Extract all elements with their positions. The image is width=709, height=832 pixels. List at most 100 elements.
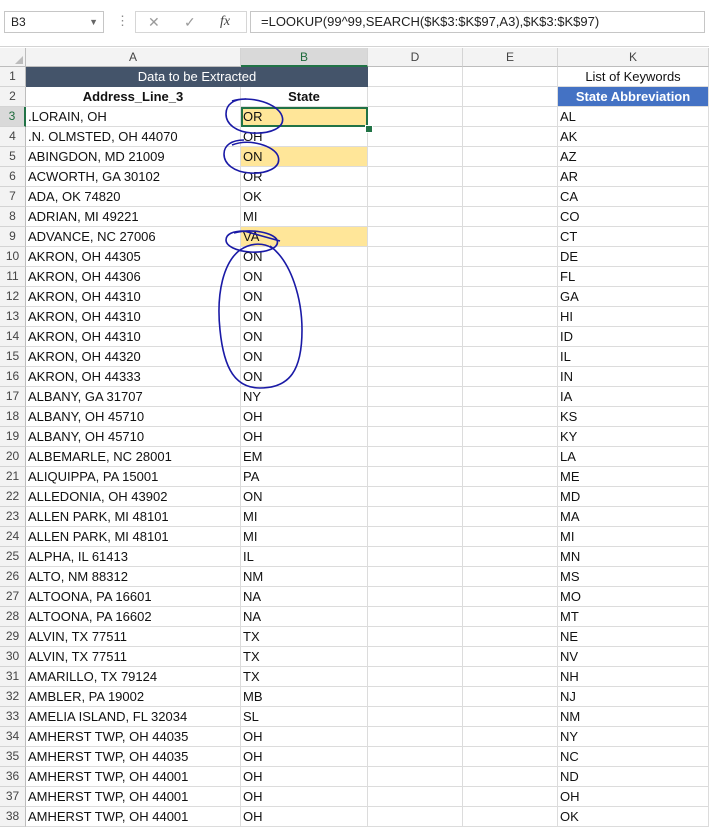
- state-cell[interactable]: ON: [241, 487, 368, 507]
- row-header[interactable]: 10: [0, 247, 26, 267]
- cell[interactable]: [368, 567, 463, 587]
- keywords-title-cell[interactable]: List of Keywords: [558, 67, 709, 87]
- keyword-cell[interactable]: CT: [558, 227, 709, 247]
- row-header[interactable]: 3: [0, 107, 26, 127]
- cancel-icon[interactable]: ✕: [148, 14, 160, 31]
- cell[interactable]: [463, 787, 558, 807]
- row-header[interactable]: 22: [0, 487, 26, 507]
- state-cell[interactable]: ON: [241, 327, 368, 347]
- cell[interactable]: [463, 687, 558, 707]
- state-cell[interactable]: TX: [241, 627, 368, 647]
- address-cell[interactable]: AKRON, OH 44305: [26, 247, 241, 267]
- cell[interactable]: [368, 87, 463, 107]
- cell[interactable]: [368, 547, 463, 567]
- row-header[interactable]: 1: [0, 67, 26, 87]
- keyword-cell[interactable]: DE: [558, 247, 709, 267]
- cell[interactable]: [368, 687, 463, 707]
- keyword-cell[interactable]: NE: [558, 627, 709, 647]
- state-cell[interactable]: ON: [241, 367, 368, 387]
- address-cell[interactable]: ALBANY, GA 31707: [26, 387, 241, 407]
- address-cell[interactable]: AKRON, OH 44333: [26, 367, 241, 387]
- keyword-cell[interactable]: MI: [558, 527, 709, 547]
- state-cell[interactable]: SL: [241, 707, 368, 727]
- cell[interactable]: [463, 207, 558, 227]
- cell[interactable]: [368, 347, 463, 367]
- state-cell[interactable]: OH: [241, 807, 368, 827]
- cell[interactable]: [368, 147, 463, 167]
- cell[interactable]: [368, 427, 463, 447]
- row-header[interactable]: 29: [0, 627, 26, 647]
- cell[interactable]: [463, 107, 558, 127]
- keyword-cell[interactable]: MO: [558, 587, 709, 607]
- address-cell[interactable]: ADA, OK 74820: [26, 187, 241, 207]
- address-cell[interactable]: .N. OLMSTED, OH 44070: [26, 127, 241, 147]
- cell[interactable]: [463, 447, 558, 467]
- address-cell[interactable]: ALLEDONIA, OH 43902: [26, 487, 241, 507]
- row-header[interactable]: 33: [0, 707, 26, 727]
- state-cell[interactable]: NY: [241, 387, 368, 407]
- keyword-cell[interactable]: NM: [558, 707, 709, 727]
- cell[interactable]: [368, 407, 463, 427]
- state-cell[interactable]: EM: [241, 447, 368, 467]
- address-cell[interactable]: ABINGDON, MD 21009: [26, 147, 241, 167]
- address-cell[interactable]: ALBANY, OH 45710: [26, 407, 241, 427]
- address-cell[interactable]: ALBEMARLE, NC 28001: [26, 447, 241, 467]
- address-cell[interactable]: ALTOONA, PA 16602: [26, 607, 241, 627]
- more-options-icon[interactable]: ⋮: [116, 13, 129, 29]
- keyword-cell[interactable]: NJ: [558, 687, 709, 707]
- address-cell[interactable]: AKRON, OH 44310: [26, 327, 241, 347]
- fill-handle[interactable]: [365, 125, 373, 133]
- cell[interactable]: [463, 307, 558, 327]
- column-header-a[interactable]: A: [26, 48, 241, 67]
- cell[interactable]: [368, 327, 463, 347]
- state-cell[interactable]: OK: [241, 187, 368, 207]
- cell[interactable]: [463, 807, 558, 827]
- address-cell[interactable]: ALPHA, IL 61413: [26, 547, 241, 567]
- cell[interactable]: [368, 707, 463, 727]
- keyword-cell[interactable]: NC: [558, 747, 709, 767]
- keyword-cell[interactable]: IL: [558, 347, 709, 367]
- cell[interactable]: [368, 487, 463, 507]
- row-header[interactable]: 31: [0, 667, 26, 687]
- state-cell[interactable]: OR: [241, 107, 368, 127]
- address-cell[interactable]: AMHERST TWP, OH 44035: [26, 727, 241, 747]
- cell[interactable]: [368, 307, 463, 327]
- row-header[interactable]: 19: [0, 427, 26, 447]
- cell[interactable]: [463, 667, 558, 687]
- cell[interactable]: [463, 387, 558, 407]
- row-header[interactable]: 11: [0, 267, 26, 287]
- cell[interactable]: [463, 427, 558, 447]
- cell[interactable]: [368, 387, 463, 407]
- state-cell[interactable]: MI: [241, 507, 368, 527]
- row-header[interactable]: 38: [0, 807, 26, 827]
- cell[interactable]: [463, 367, 558, 387]
- row-header[interactable]: 6: [0, 167, 26, 187]
- keyword-header-cell[interactable]: State Abbreviation: [558, 87, 709, 107]
- address-cell[interactable]: ALIQUIPPA, PA 15001: [26, 467, 241, 487]
- address-cell[interactable]: AMHERST TWP, OH 44001: [26, 787, 241, 807]
- row-header[interactable]: 34: [0, 727, 26, 747]
- keyword-cell[interactable]: OH: [558, 787, 709, 807]
- state-cell[interactable]: OH: [241, 747, 368, 767]
- cell[interactable]: [463, 767, 558, 787]
- formula-input[interactable]: =LOOKUP(99^99,SEARCH($K$3:$K$97,A3),$K$3…: [250, 11, 705, 33]
- cell[interactable]: [368, 187, 463, 207]
- address-cell[interactable]: AMHERST TWP, OH 44001: [26, 807, 241, 827]
- keyword-cell[interactable]: MD: [558, 487, 709, 507]
- keyword-cell[interactable]: AZ: [558, 147, 709, 167]
- cell[interactable]: [463, 627, 558, 647]
- address-cell[interactable]: .LORAIN, OH: [26, 107, 241, 127]
- address-cell[interactable]: AKRON, OH 44320: [26, 347, 241, 367]
- state-cell[interactable]: ON: [241, 147, 368, 167]
- cell[interactable]: [368, 247, 463, 267]
- keyword-cell[interactable]: KY: [558, 427, 709, 447]
- state-cell[interactable]: ON: [241, 287, 368, 307]
- cell[interactable]: [463, 647, 558, 667]
- row-header[interactable]: 5: [0, 147, 26, 167]
- cell[interactable]: [368, 507, 463, 527]
- row-header[interactable]: 37: [0, 787, 26, 807]
- address-cell[interactable]: ALBANY, OH 45710: [26, 427, 241, 447]
- cell[interactable]: [368, 207, 463, 227]
- address-cell[interactable]: ALTOONA, PA 16601: [26, 587, 241, 607]
- cell[interactable]: [463, 187, 558, 207]
